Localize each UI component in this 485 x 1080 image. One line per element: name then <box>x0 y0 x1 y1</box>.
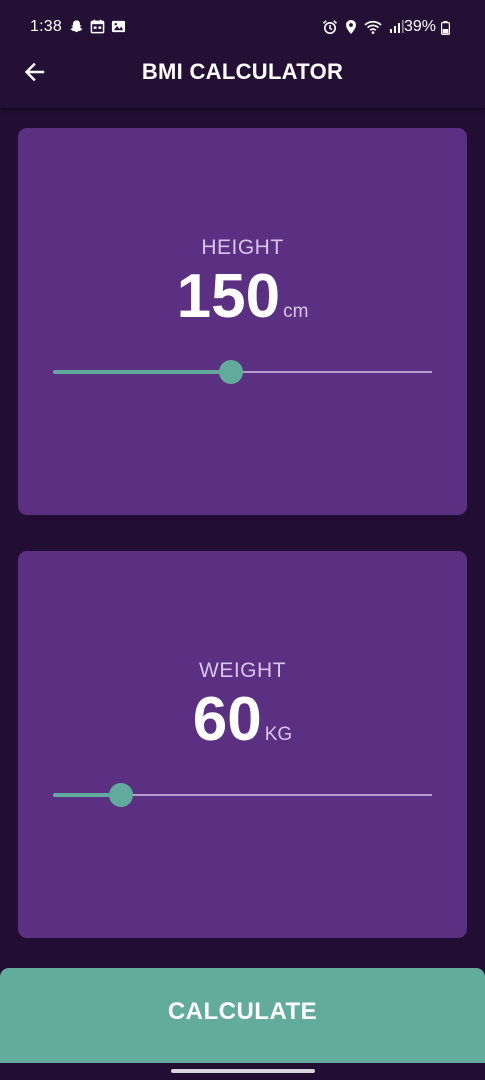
weight-card: WEIGHT 60 KG <box>18 551 467 938</box>
snapchat-icon <box>69 19 84 38</box>
height-label: HEIGHT <box>201 236 284 259</box>
wifi-icon <box>364 19 382 39</box>
height-slider-fill <box>53 370 231 374</box>
weight-value-row: 60 KG <box>18 689 467 751</box>
signal-icon <box>388 19 404 39</box>
height-slider-thumb[interactable] <box>219 360 243 384</box>
height-slider[interactable] <box>53 360 432 384</box>
bmi-calculator-screen: 1:38 39% BMI CALCULATOR HEIGHT 150 cm WE… <box>0 0 485 1080</box>
calculate-button[interactable]: CALCULATE <box>0 968 485 1063</box>
status-system-icons <box>322 19 404 39</box>
location-icon <box>344 19 358 39</box>
battery-percentage: 39% <box>404 18 437 35</box>
calendar-icon <box>90 19 105 38</box>
alarm-icon <box>322 19 338 39</box>
gallery-icon <box>111 19 126 38</box>
app-bar: BMI CALCULATOR <box>0 40 485 108</box>
home-gesture-handle[interactable] <box>171 1069 315 1073</box>
height-value: 150 <box>176 262 281 331</box>
height-value-row: 150 cm <box>18 266 467 328</box>
status-time: 1:38 <box>30 18 62 35</box>
weight-slider[interactable] <box>53 783 432 807</box>
status-notification-icons <box>69 19 126 38</box>
height-card: HEIGHT 150 cm <box>18 128 467 515</box>
weight-value: 60 <box>192 685 262 754</box>
page-title: BMI CALCULATOR <box>141 59 344 84</box>
weight-slider-thumb[interactable] <box>109 783 133 807</box>
battery-icon <box>441 21 451 39</box>
gesture-bar <box>0 1063 485 1080</box>
status-bar: 1:38 39% <box>0 0 485 40</box>
weight-unit: KG <box>264 724 293 745</box>
height-unit: cm <box>283 301 309 322</box>
weight-label: WEIGHT <box>199 659 286 682</box>
